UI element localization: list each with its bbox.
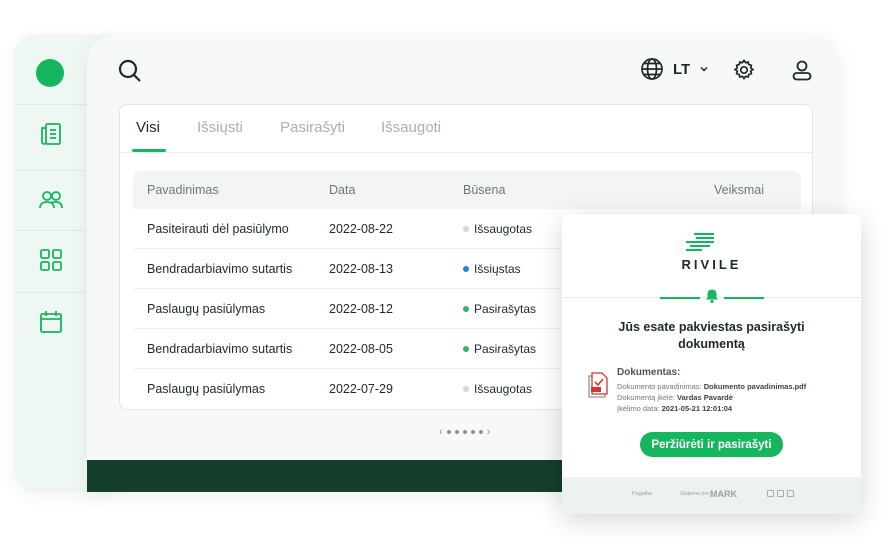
search-icon[interactable] [117,58,143,84]
status-label: Išsaugotas [474,382,533,396]
chevron-down-icon [700,66,708,72]
status-badge: Pasirašytas [463,342,536,356]
rivile-logo-mark [686,233,714,251]
linkedin-icon[interactable] [777,490,784,497]
tab-signed[interactable]: Pasirašyti [280,119,345,136]
status-badge: Išsaugotas [463,222,532,236]
mark-logo: MARK [710,489,737,499]
language-selector[interactable]: LT [640,57,709,81]
uploaded-by-line: Dokumentą įkėlė: Vardas Pavardė [617,393,733,402]
grid-icon [40,248,62,271]
status-badge: Pasirašytas [463,302,536,316]
document-name-label: Dokumento pavadinimas: [617,382,702,391]
status-dot [463,346,469,352]
footer-signed-by: Sistema per [680,491,710,497]
uploaded-by-label: Dokumentą įkėlė: [617,393,675,402]
active-tab-indicator [132,149,166,152]
pager-dot[interactable] [478,430,483,434]
email-notification-card: RIVILE Jūs esate pakviestas pasirašyti d… [562,214,861,514]
user-icon[interactable] [790,58,814,82]
calendar-icon [40,310,62,333]
row-name: Pasiteirauti dėl pasiūlymo [147,222,289,236]
row-name: Paslaugų pasiūlymas [147,382,266,396]
pager-prev[interactable]: ‹ [439,426,443,438]
tab-sent[interactable]: Išsiųsti [197,119,243,136]
document-name-line: Dokumento pavadinimas: Dokumento pavadin… [617,382,806,391]
documents-icon [41,122,61,145]
brand-name: RIVILE [681,257,742,272]
tab-bar: Visi Išsiųsti Pasirašyti Išsaugoti [120,105,812,153]
pager-next[interactable]: › [487,426,491,438]
uploaded-by-value: Vardas Pavardė [677,393,733,402]
column-status: Būsena [463,183,506,197]
gear-icon[interactable] [732,58,756,82]
status-label: Pasirašytas [474,342,537,356]
sidebar-item-users[interactable] [14,170,88,228]
status-dot [463,266,469,272]
pagination: ‹ › [439,426,490,438]
pager-dot[interactable] [446,430,451,434]
row-date: 2022-08-05 [329,342,393,356]
users-icon [39,190,63,208]
document-heading: Dokumentas: [617,367,681,378]
view-and-sign-button[interactable]: Peržiūrėti ir pasirašyti [640,432,783,457]
status-label: Išsiųstas [474,262,521,276]
pager-dot[interactable] [454,430,459,434]
status-label: Išsaugotas [474,222,533,236]
facebook-icon[interactable] [767,490,774,497]
table-header: Pavadinimas Data Būsena Veiksmai [133,171,801,209]
app-logo[interactable] [36,59,64,87]
row-name: Bendradarbiavimo sutartis [147,342,293,356]
rss-icon[interactable] [787,490,794,497]
pdf-icon [588,372,608,398]
tab-all[interactable]: Visi [136,119,160,136]
column-date: Data [329,183,356,197]
tab-saved[interactable]: Išsaugoti [381,119,441,136]
column-actions: Veiksmai [714,183,765,197]
row-name: Paslaugų pasiūlymas [147,302,266,316]
upload-date-label: Įkėlimo data: [617,404,660,413]
upload-date-value: 2021-05-21 12:01:04 [661,404,733,413]
sidebar-item-apps[interactable] [14,230,88,288]
row-date: 2022-08-12 [329,302,393,316]
row-name: Bendradarbiavimo sutartis [147,262,293,276]
status-label: Pasirašytas [474,302,537,316]
status-dot [463,226,469,232]
social-links [767,490,794,497]
column-name: Pavadinimas [147,183,219,197]
pager-dot[interactable] [470,430,475,434]
pager-dot[interactable] [462,430,467,434]
sidebar-item-calendar[interactable] [14,292,88,350]
row-date: 2022-08-22 [329,222,393,236]
email-title: Jūs esate pakviestas pasirašyti dokument… [618,320,805,351]
email-footer: Pagalba Sistema per MARK [562,477,861,514]
status-dot [463,306,469,312]
footer-help-link[interactable]: Pagalba [632,491,652,497]
upload-date-line: Įkėlimo data: 2021-05-21 12:01:04 [617,404,732,413]
status-dot [463,386,469,392]
bell-icon [706,289,718,304]
status-badge: Išsaugotas [463,382,532,396]
status-badge: Išsiųstas [463,262,521,276]
document-name-value: Dokumento pavadinimas.pdf [703,382,807,391]
row-date: 2022-08-13 [329,262,393,276]
language-code: LT [673,60,691,78]
sidebar-item-documents[interactable] [14,104,88,162]
bell-line-left [660,297,700,299]
bell-line-right [724,297,764,299]
globe-icon [641,58,663,80]
row-date: 2022-07-29 [329,382,393,396]
